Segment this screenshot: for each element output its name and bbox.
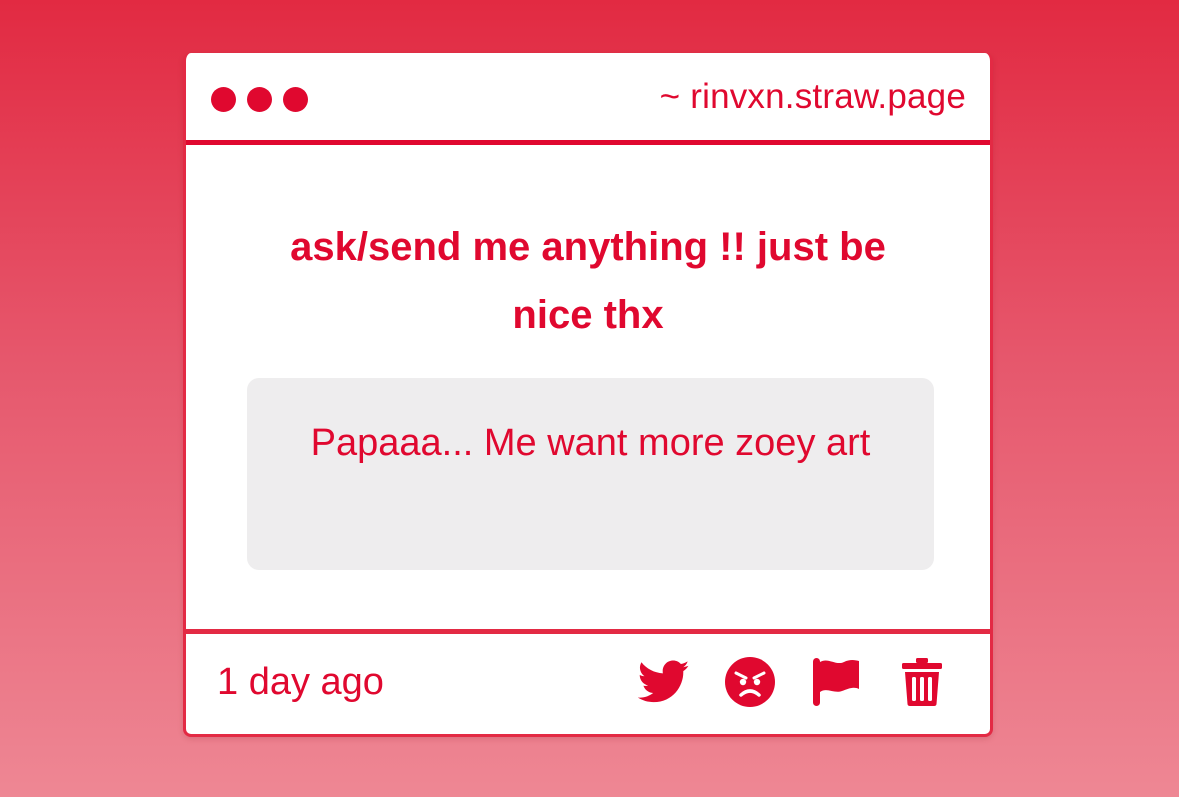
react-angry-button[interactable]	[724, 656, 776, 708]
angry-face-icon	[725, 657, 775, 707]
window-dot-icon	[211, 87, 236, 112]
window-dot-icon	[283, 87, 308, 112]
card-footer: 1 day ago	[186, 629, 990, 734]
trash-icon	[902, 658, 942, 706]
question-text: ask/send me anything !! just be nice thx	[290, 225, 886, 337]
action-bar	[638, 656, 948, 708]
window-titlebar: ~ rinvxn.straw.page	[186, 53, 990, 145]
page-url[interactable]: ~ rinvxn.straw.page	[660, 77, 966, 117]
flag-icon	[813, 658, 859, 706]
message-card: ~ rinvxn.straw.page ask/send me anything…	[183, 53, 993, 737]
report-flag-button[interactable]	[810, 656, 862, 708]
answer-box: Papaaa... Me want more zoey art	[247, 378, 934, 570]
window-dots	[211, 87, 308, 112]
window-dot-icon	[247, 87, 272, 112]
timestamp: 1 day ago	[217, 661, 384, 703]
twitter-icon	[638, 660, 690, 703]
delete-button[interactable]	[896, 656, 948, 708]
twitter-share-button[interactable]	[638, 656, 690, 708]
answer-text: Papaaa... Me want more zoey art	[310, 422, 871, 464]
